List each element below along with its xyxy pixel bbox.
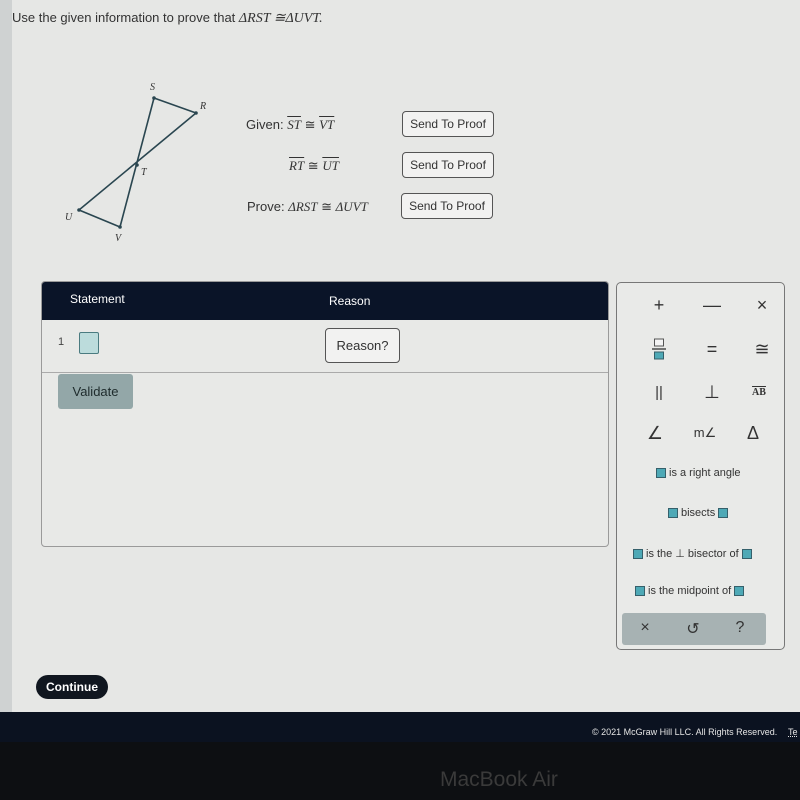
instruction-text: Use the given information to prove that — [12, 10, 236, 25]
angle-key[interactable]: ∠ — [635, 419, 675, 447]
palette-footer: × ↺ ? — [622, 613, 766, 645]
send-to-proof-button-1[interactable]: Send To Proof — [402, 111, 494, 137]
fraction-icon — [652, 338, 666, 360]
statement-input[interactable] — [79, 332, 99, 354]
label-U: U — [65, 212, 73, 223]
laptop-bezel-label: MacBook Air — [440, 768, 558, 791]
send-to-proof-button-2[interactable]: Send To Proof — [402, 152, 494, 178]
fraction-key[interactable] — [639, 335, 679, 363]
proof-row: 1 Reason? — [42, 320, 608, 373]
point-U — [77, 208, 81, 212]
placeholder-box — [741, 548, 752, 559]
reason-button[interactable]: Reason? — [325, 328, 400, 363]
left-edge — [0, 0, 12, 720]
midpoint-phrase[interactable]: is the midpoint of — [635, 585, 745, 597]
segment-key[interactable]: AB — [739, 378, 779, 406]
terms-link[interactable]: Te — [788, 727, 798, 737]
parallel-key[interactable]: || — [639, 378, 679, 406]
statement-header: Statement — [70, 292, 125, 306]
right-angle-phrase[interactable]: is a right angle — [656, 467, 741, 479]
times-key[interactable]: × — [742, 291, 782, 319]
angle-measure-key[interactable]: m∠ — [685, 419, 725, 447]
instruction-statement: ΔRST ≅ΔUVT. — [238, 11, 323, 26]
triangle-key[interactable]: Δ — [733, 419, 773, 447]
plus-key[interactable]: + — [639, 291, 679, 319]
bisects-phrase[interactable]: bisects — [668, 507, 729, 519]
segment-UV — [78, 209, 121, 228]
continue-button[interactable]: Continue — [36, 675, 108, 699]
placeholder-box — [635, 586, 645, 596]
point-R — [194, 111, 198, 115]
reason-header: Reason — [329, 294, 371, 308]
close-icon[interactable]: × — [630, 619, 660, 639]
given-2: RT ≅ UT — [289, 158, 339, 173]
point-S — [152, 96, 156, 100]
point-V — [118, 225, 122, 229]
help-icon[interactable]: ? — [725, 619, 755, 639]
placeholder-box — [718, 508, 729, 518]
prove-statement: Prove: ΔRST ≅ ΔUVT — [247, 199, 368, 214]
browser-screen: Use the given information to prove that … — [0, 0, 800, 720]
minus-key[interactable]: — — [692, 291, 732, 319]
label-V: V — [115, 233, 123, 244]
instruction: Use the given information to prove that … — [12, 10, 323, 27]
placeholder-box — [656, 468, 666, 478]
segment-SR — [153, 97, 197, 114]
copyright-text: © 2021 McGraw Hill LLC. All Rights Reser… — [592, 727, 778, 737]
proof-table: Statement Reason 1 Reason? Validate — [41, 281, 609, 547]
label-T: T — [141, 167, 148, 178]
segment-RU — [78, 112, 197, 211]
row-number: 1 — [58, 336, 65, 348]
label-S: S — [150, 82, 155, 93]
send-to-proof-button-3[interactable]: Send To Proof — [401, 193, 493, 219]
perpendicular-icon: ⊥ — [675, 548, 685, 560]
equals-key[interactable]: = — [692, 335, 732, 363]
validate-button[interactable]: Validate — [58, 374, 133, 409]
placeholder-box — [734, 586, 745, 596]
triangle-diagram: S R T U V — [65, 82, 206, 244]
symbol-palette: + — × = ≅ || ⊥ AB ∠ m∠ Δ is a right angl… — [616, 282, 785, 650]
perpendicular-key[interactable]: ⊥ — [692, 378, 732, 406]
placeholder-box — [668, 508, 678, 518]
proof-table-header: Statement Reason — [42, 282, 608, 320]
point-T — [135, 163, 139, 167]
undo-icon[interactable]: ↺ — [678, 619, 708, 639]
given-1: Given: ST ≅ VT — [246, 117, 335, 132]
label-R: R — [199, 101, 206, 112]
placeholder-box — [633, 548, 643, 559]
congruent-key[interactable]: ≅ — [742, 335, 782, 363]
perpendicular-bisector-phrase[interactable]: is the ⊥ bisector of — [633, 547, 752, 560]
